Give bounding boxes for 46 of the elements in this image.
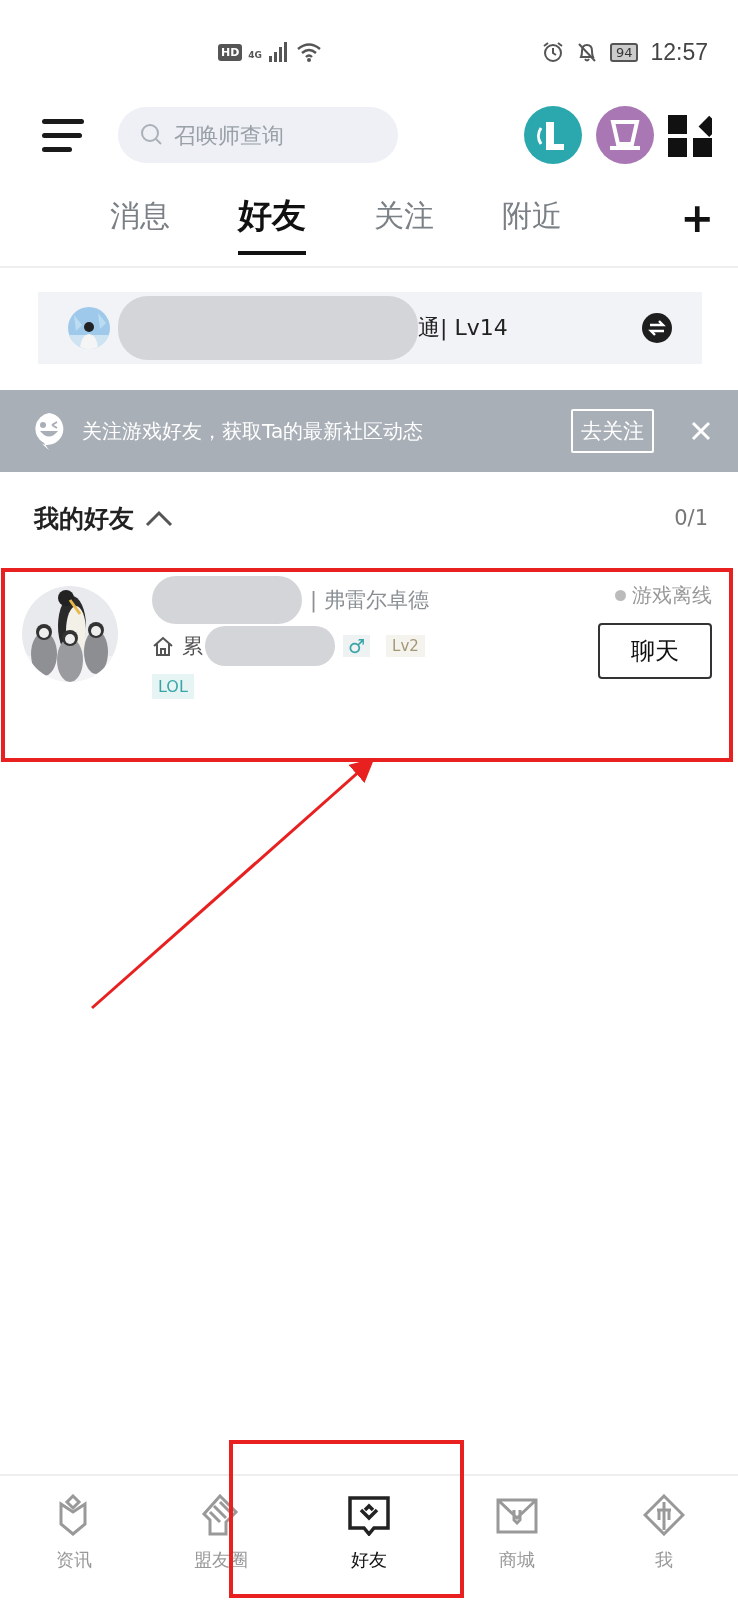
game-logo-icon[interactable] — [524, 106, 582, 164]
tab[interactable]: 好友 — [238, 181, 306, 255]
smiley-icon — [32, 412, 66, 450]
signal-icon — [268, 42, 290, 62]
server-name: | 弗雷尔卓德 — [310, 587, 429, 614]
wifi-icon — [296, 42, 322, 62]
tab[interactable]: 消息 — [110, 183, 170, 253]
apps-grid-icon[interactable] — [668, 113, 712, 157]
nav-tab[interactable]: 商城 — [442, 1476, 591, 1600]
friend-count: 0/1 — [674, 506, 708, 530]
battery-icon: 94 — [609, 42, 639, 62]
home-icon — [152, 635, 174, 657]
hd-badge: HD — [218, 43, 243, 61]
status-text: 游戏离线 — [632, 582, 712, 609]
nav-label: 我 — [655, 1548, 674, 1572]
level-tag: Lv2 — [386, 635, 425, 657]
menu-icon[interactable] — [42, 117, 84, 153]
game-tag: LOL — [152, 674, 194, 699]
gender-tag: ♂ — [343, 635, 371, 657]
alarm-icon — [541, 41, 564, 63]
tab[interactable]: 关注 — [374, 183, 434, 253]
profile-bar[interactable]: 通| Lv14 — [38, 292, 702, 364]
nav-label: 好友 — [351, 1548, 387, 1572]
nav-tab[interactable]: 我 — [590, 1476, 738, 1600]
profile-text: 通| Lv14 — [418, 314, 508, 343]
nav-tab[interactable]: 资讯 — [0, 1476, 148, 1600]
swap-icon[interactable] — [642, 313, 672, 343]
friends-icon — [348, 1494, 390, 1536]
tv-logo-icon[interactable] — [596, 106, 654, 164]
section-title: 我的好友 — [34, 502, 134, 535]
search-icon — [140, 123, 164, 147]
location-text: 累 — [182, 633, 203, 660]
tab[interactable]: 附近 — [502, 183, 562, 253]
banner-text: 关注游戏好友，获取Ta的最新社区动态 — [82, 417, 424, 445]
nav-label: 商城 — [498, 1548, 535, 1572]
nav-tab[interactable]: 好友 — [295, 1476, 443, 1600]
nav-label: 资讯 — [55, 1548, 92, 1572]
chevron-up-icon[interactable] — [144, 508, 174, 528]
chat-button[interactable]: 聊天 — [598, 623, 712, 679]
me-icon — [643, 1494, 686, 1536]
clock-time: 12:57 — [650, 38, 708, 66]
network-label: 4G — [248, 50, 262, 60]
bell-muted-icon — [575, 41, 598, 63]
search-field[interactable]: 召唤师查询 — [118, 107, 398, 163]
follow-button[interactable]: 去关注 — [571, 409, 654, 453]
add-button[interactable]: + — [680, 195, 714, 241]
